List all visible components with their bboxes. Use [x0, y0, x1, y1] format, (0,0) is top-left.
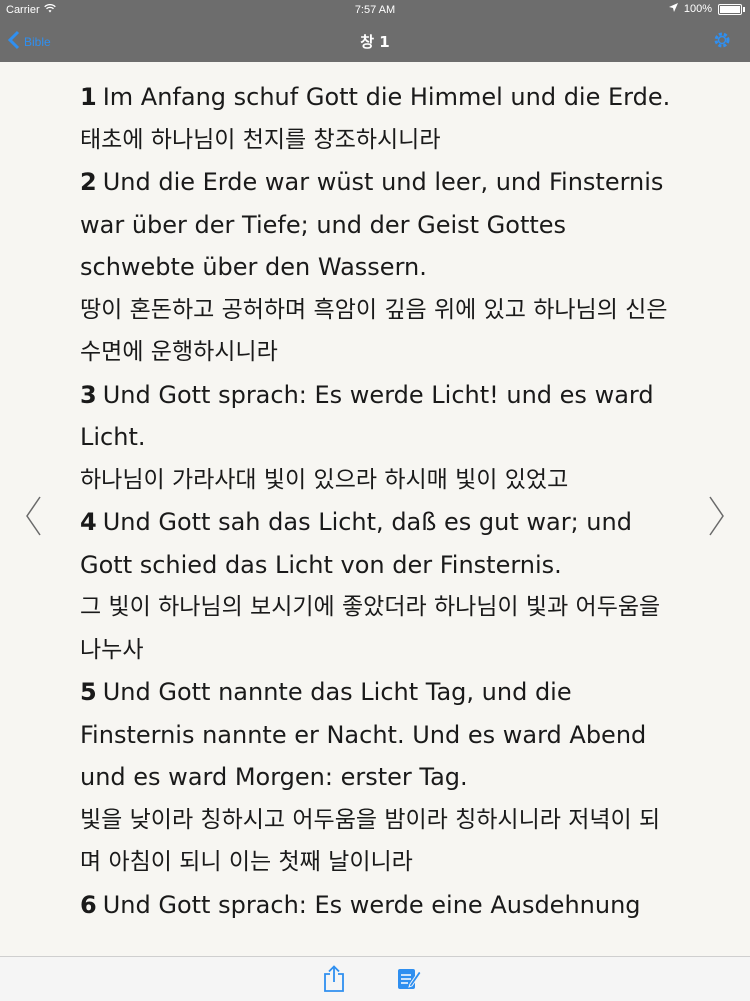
verse: 4 Und Gott sah das Licht, daß es gut war;… [80, 501, 680, 671]
verse-german: 4 Und Gott sah das Licht, daß es gut war;… [80, 501, 680, 586]
verse-number: 4 [80, 508, 97, 536]
share-button[interactable] [322, 965, 346, 997]
verse-number: 1 [80, 83, 97, 111]
battery-percent: 100% [683, 3, 712, 15]
next-chapter-button[interactable] [708, 495, 726, 541]
status-bar: Carrier 7:57 AM 100% [0, 0, 750, 20]
location-arrow-icon [668, 3, 678, 15]
verse-german-text: Und die Erde war wüst und leer, und Fins… [80, 168, 664, 281]
status-right: 100% [668, 3, 745, 15]
verse-korean-text: 태초에 하나님이 천지를 창조하시니라 [80, 126, 441, 153]
verse-number: 6 [80, 890, 97, 919]
verse-german-text: Im Anfang schuf Gott die Himmel und die … [102, 83, 671, 111]
navigation-bar: Bible 창 1 [0, 20, 750, 62]
verse-german-text: Und Gott sah das Licht, daß es gut war; … [80, 508, 632, 579]
bottom-toolbar [0, 956, 750, 1001]
verse-german: 6 Und Gott sprach: Es werde eine Ausdehnu… [80, 884, 680, 927]
verse: 6 Und Gott sprach: Es werde eine Ausdehnu… [80, 884, 680, 927]
share-icon [322, 965, 346, 997]
next-chapter-icon [708, 496, 726, 541]
prev-chapter-icon [24, 496, 42, 541]
verse-german: 1 Im Anfang schuf Gott die Himmel und die… [80, 76, 680, 119]
page-title: 창 1 [360, 33, 390, 51]
verse-german: 3 Und Gott sprach: Es werde Licht! und es… [80, 374, 680, 459]
verse-german: 2 Und die Erde war wüst und leer, und Fin… [80, 161, 680, 289]
verse-number: 5 [80, 678, 97, 706]
verse: 1 Im Anfang schuf Gott die Himmel und die… [80, 76, 680, 161]
verse-number: 3 [80, 380, 97, 409]
verse: 5 Und Gott nannte das Licht Tag, und die … [80, 671, 680, 884]
verse-german-text: Und Gott sprach: Es werde Licht! und es … [80, 380, 654, 452]
verse-german-text: Und Gott sprach: Es werde eine Ausdehnun… [102, 890, 641, 919]
verse-korean-text: 빛을 낮이라 칭하시고 어두움을 밤이라 칭하시니라 저녁이 되며 아침이 되니… [80, 806, 661, 876]
verse-list: 1 Im Anfang schuf Gott die Himmel und die… [80, 62, 680, 926]
verse-korean-text: 땅이 혼돈하고 공허하며 흑암이 깊음 위에 있고 하나님의 신은 수면에 운행… [80, 296, 668, 366]
verse-number: 2 [80, 168, 97, 196]
verse-german: 5 Und Gott nannte das Licht Tag, und die … [80, 671, 680, 799]
verse: 3 Und Gott sprach: Es werde Licht! und es… [80, 374, 680, 502]
battery-fill [720, 5, 740, 13]
gear-icon [712, 32, 732, 54]
chapter-content: 1 Im Anfang schuf Gott die Himmel und die… [80, 62, 680, 956]
verse-korean-text: 하나님이 가라사대 빛이 있으라 하시매 빛이 있었고 [80, 466, 569, 493]
status-time: 7:57 AM [354, 4, 396, 16]
settings-button[interactable] [712, 30, 732, 54]
edit-note-icon [396, 969, 422, 995]
previous-chapter-button[interactable] [24, 495, 42, 541]
edit-note-button[interactable] [396, 965, 422, 995]
verse-korean-text: 그 빛이 하나님의 보시기에 좋았더라 하나님이 빛과 어두움을 나누사 [80, 594, 661, 663]
battery-icon [718, 3, 745, 15]
verse-german-text: Und Gott nannte das Licht Tag, und die F… [80, 678, 647, 791]
verse: 2 Und die Erde war wüst und leer, und Fin… [80, 161, 680, 374]
